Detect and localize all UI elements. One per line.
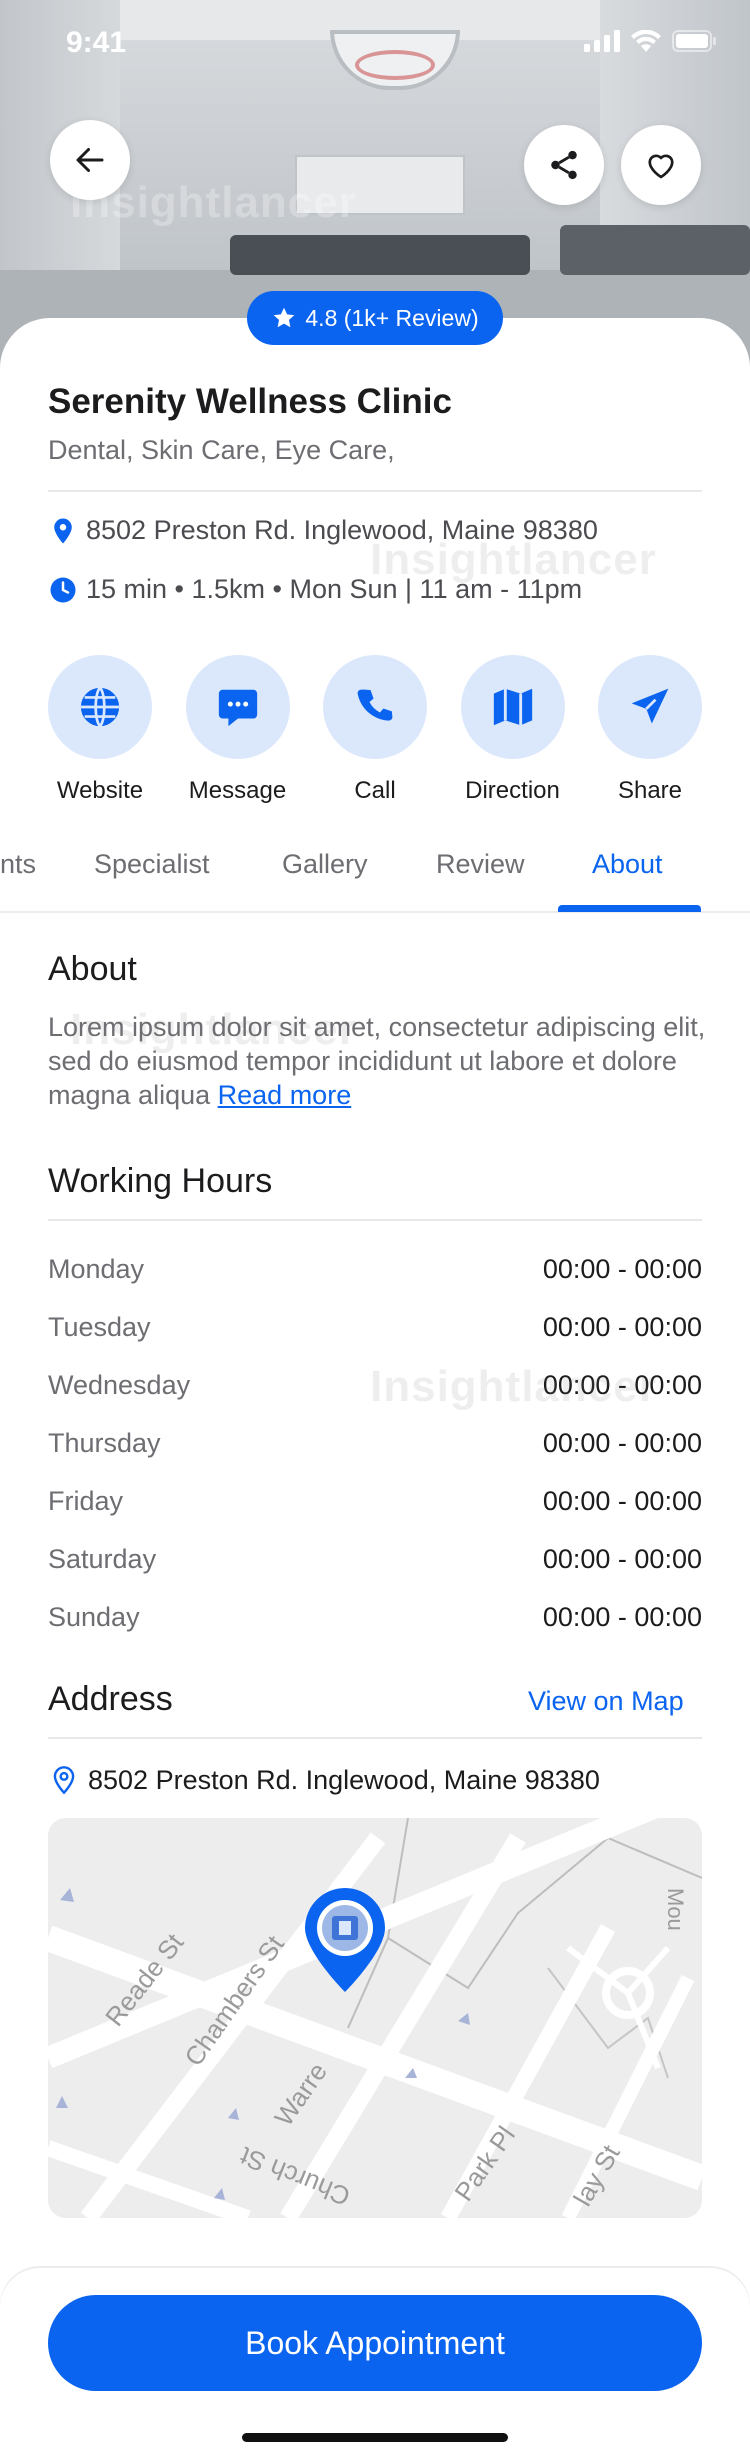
globe-icon bbox=[80, 686, 120, 728]
tab-bar: nts Specialist Gallery Review About bbox=[0, 835, 750, 915]
tab-appointments[interactable]: nts bbox=[0, 849, 36, 880]
working-hours-heading: Working Hours bbox=[48, 1162, 273, 1200]
clock-icon bbox=[50, 577, 76, 602]
hours-value: 00:00 - 00:00 bbox=[542, 1427, 702, 1458]
clinic-meta: 15 min • 1.5km • Mon Sun | 11 am - 11pm bbox=[86, 574, 583, 604]
location-outline-icon bbox=[53, 1766, 75, 1795]
day-label: Sunday bbox=[48, 1601, 140, 1632]
street-label: Mou bbox=[663, 1888, 688, 1931]
about-body: Lorem ipsum dolor sit amet, consectetur … bbox=[48, 1012, 706, 1110]
status-bar: 9:41 bbox=[0, 0, 750, 88]
call-label: Call bbox=[354, 777, 396, 804]
message-label: Message bbox=[188, 777, 287, 804]
read-more-link[interactable]: Read more bbox=[218, 1080, 352, 1110]
working-hours-list: Monday 00:00 - 00:00 Tuesday 00:00 - 00:00… bbox=[48, 1240, 702, 1646]
chat-icon bbox=[218, 689, 257, 727]
hours-value: 00:00 - 00:00 bbox=[542, 1369, 702, 1400]
map-canvas: Reade St Chambers St Warre Church St Par… bbox=[48, 1818, 702, 2218]
direction-action[interactable]: Direction bbox=[460, 655, 565, 805]
location-pin-icon bbox=[54, 518, 72, 543]
call-action[interactable]: Call bbox=[323, 655, 427, 805]
hours-value: 00:00 - 00:00 bbox=[542, 1311, 702, 1342]
location-map[interactable]: Reade St Chambers St Warre Church St Par… bbox=[48, 1818, 702, 2218]
hours-row: Saturday 00:00 - 00:00 bbox=[48, 1530, 702, 1588]
hours-row: Sunday 00:00 - 00:00 bbox=[48, 1588, 702, 1646]
hours-row: Wednesday 00:00 - 00:00 bbox=[48, 1356, 702, 1414]
wifi-icon bbox=[631, 30, 661, 52]
heart-icon bbox=[648, 154, 674, 179]
tab-gallery[interactable]: Gallery bbox=[282, 849, 368, 880]
book-appointment-button[interactable]: Book Appointment bbox=[48, 2295, 702, 2391]
address-row: 8502 Preston Rd. Inglewood, Maine 98380 bbox=[48, 515, 598, 546]
back-button[interactable] bbox=[50, 120, 130, 200]
share-icon bbox=[551, 150, 577, 180]
send-icon bbox=[631, 688, 669, 724]
share-action[interactable]: Share bbox=[598, 655, 702, 805]
clinic-categories: Dental, Skin Care, Eye Care, bbox=[48, 435, 395, 465]
share-button[interactable] bbox=[524, 125, 604, 205]
direction-label: Direction bbox=[465, 777, 560, 804]
message-action[interactable]: Message bbox=[185, 655, 290, 805]
map-icon bbox=[493, 688, 532, 726]
phone-icon bbox=[357, 689, 393, 721]
hours-value: 00:00 - 00:00 bbox=[542, 1485, 702, 1516]
hours-value: 00:00 - 00:00 bbox=[542, 1253, 702, 1284]
about-heading: About bbox=[48, 950, 137, 988]
website-label: Website bbox=[56, 777, 144, 804]
clinic-name: Serenity Wellness Clinic bbox=[48, 382, 452, 421]
star-icon bbox=[274, 307, 295, 328]
tab-specialist[interactable]: Specialist bbox=[94, 849, 210, 880]
hours-row: Monday 00:00 - 00:00 bbox=[48, 1240, 702, 1298]
active-tab-indicator bbox=[558, 905, 701, 912]
address-heading: Address bbox=[48, 1680, 173, 1718]
hours-row: Tuesday 00:00 - 00:00 bbox=[48, 1298, 702, 1356]
day-label: Friday bbox=[48, 1485, 124, 1516]
divider bbox=[48, 490, 702, 492]
tab-about[interactable]: About bbox=[592, 849, 663, 880]
address-line: 8502 Preston Rd. Inglewood, Maine 98380 bbox=[48, 1764, 600, 1796]
battery-icon bbox=[672, 30, 716, 52]
day-label: Saturday bbox=[48, 1543, 157, 1574]
home-indicator bbox=[242, 2433, 508, 2442]
address-text: 8502 Preston Rd. Inglewood, Maine 98380 bbox=[88, 1764, 600, 1795]
share-label: Share bbox=[617, 777, 683, 804]
meta-row: 15 min • 1.5km • Mon Sun | 11 am - 11pm bbox=[48, 574, 582, 605]
favorite-button[interactable] bbox=[621, 125, 701, 205]
rating-badge: 4.8 (1k+ Review) bbox=[247, 291, 503, 345]
hours-value: 00:00 - 00:00 bbox=[542, 1543, 702, 1574]
quick-actions: Website Message Call Direction Share bbox=[48, 655, 702, 805]
arrow-left-icon bbox=[76, 148, 104, 172]
divider bbox=[48, 1737, 702, 1739]
about-text: Lorem ipsum dolor sit amet, consectetur … bbox=[48, 1010, 708, 1112]
signal-icon bbox=[584, 30, 620, 52]
clinic-address: 8502 Preston Rd. Inglewood, Maine 98380 bbox=[86, 515, 598, 545]
tab-review[interactable]: Review bbox=[436, 849, 525, 880]
view-on-map-link[interactable]: View on Map bbox=[528, 1686, 684, 1717]
hours-row: Friday 00:00 - 00:00 bbox=[48, 1472, 702, 1530]
website-action[interactable]: Website bbox=[48, 655, 152, 805]
day-label: Monday bbox=[48, 1253, 145, 1284]
day-label: Thursday bbox=[48, 1427, 161, 1458]
rating-text: 4.8 (1k+ Review) bbox=[305, 304, 479, 331]
hours-value: 00:00 - 00:00 bbox=[542, 1601, 702, 1632]
hours-row: Thursday 00:00 - 00:00 bbox=[48, 1414, 702, 1472]
day-label: Tuesday bbox=[48, 1311, 151, 1342]
divider bbox=[48, 1219, 702, 1221]
day-label: Wednesday bbox=[48, 1369, 191, 1400]
status-time: 9:41 bbox=[66, 26, 127, 59]
